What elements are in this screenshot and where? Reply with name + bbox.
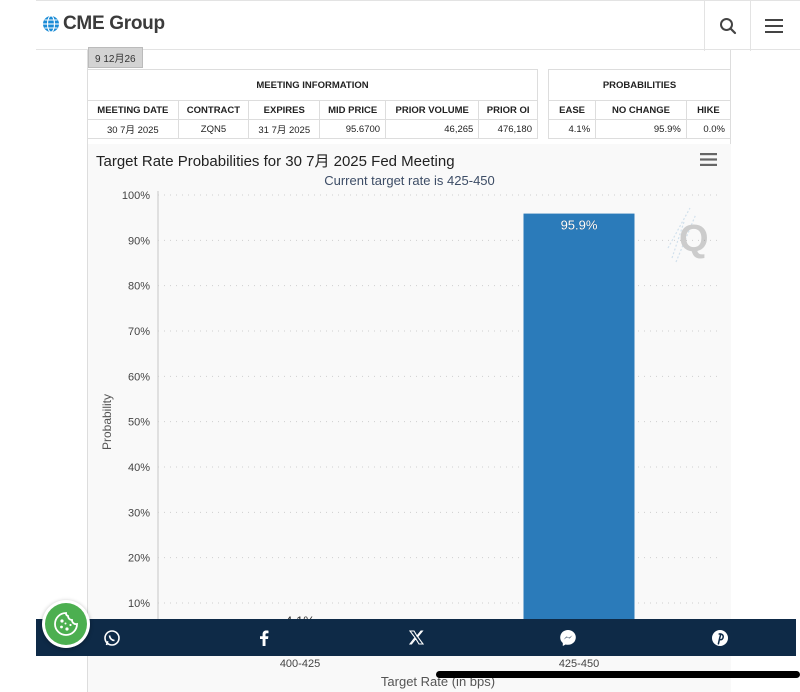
y-tick-label: 10%: [128, 598, 150, 610]
y-tick-label: 90%: [128, 235, 150, 247]
share-messenger-button[interactable]: [492, 619, 644, 656]
facebook-icon: [260, 630, 269, 646]
probability-bar-chart: Q 100% 90% 80% 70% 60% 50% 40% 30% 20% 10% Probabi…: [100, 190, 722, 689]
share-x-button[interactable]: [340, 619, 492, 656]
data-label: 95.9%: [561, 218, 598, 233]
share-bar: [36, 619, 796, 656]
y-tick-label: 30%: [128, 507, 150, 519]
home-indicator: [436, 671, 800, 678]
y-tick-label: 50%: [128, 417, 150, 429]
cookie-settings-button[interactable]: [42, 600, 90, 648]
y-tick-label: 100%: [122, 190, 150, 202]
y-tick-label: 70%: [128, 326, 150, 338]
cookie-icon: [54, 612, 78, 636]
messenger-icon: [560, 629, 576, 646]
x-tick-label: 400-425: [280, 658, 320, 670]
svg-text:Q: Q: [679, 218, 709, 260]
y-tick-label: 60%: [128, 371, 150, 383]
share-pinterest-button[interactable]: [644, 619, 796, 656]
y-tick-label: 40%: [128, 462, 150, 474]
share-facebook-button[interactable]: [188, 619, 340, 656]
bar-425-450[interactable]: [523, 213, 635, 649]
y-axis-title: Probability: [100, 394, 114, 450]
x-tick-label: 425-450: [559, 658, 599, 670]
pinterest-icon: [712, 629, 728, 646]
cookie-button-face: [45, 603, 87, 645]
x-twitter-icon: [408, 630, 424, 645]
y-tick-label: 20%: [128, 553, 150, 565]
quikstrike-q-logo-icon: Q: [667, 207, 709, 263]
y-tick-label: 80%: [128, 281, 150, 293]
whatsapp-icon: [104, 629, 120, 646]
